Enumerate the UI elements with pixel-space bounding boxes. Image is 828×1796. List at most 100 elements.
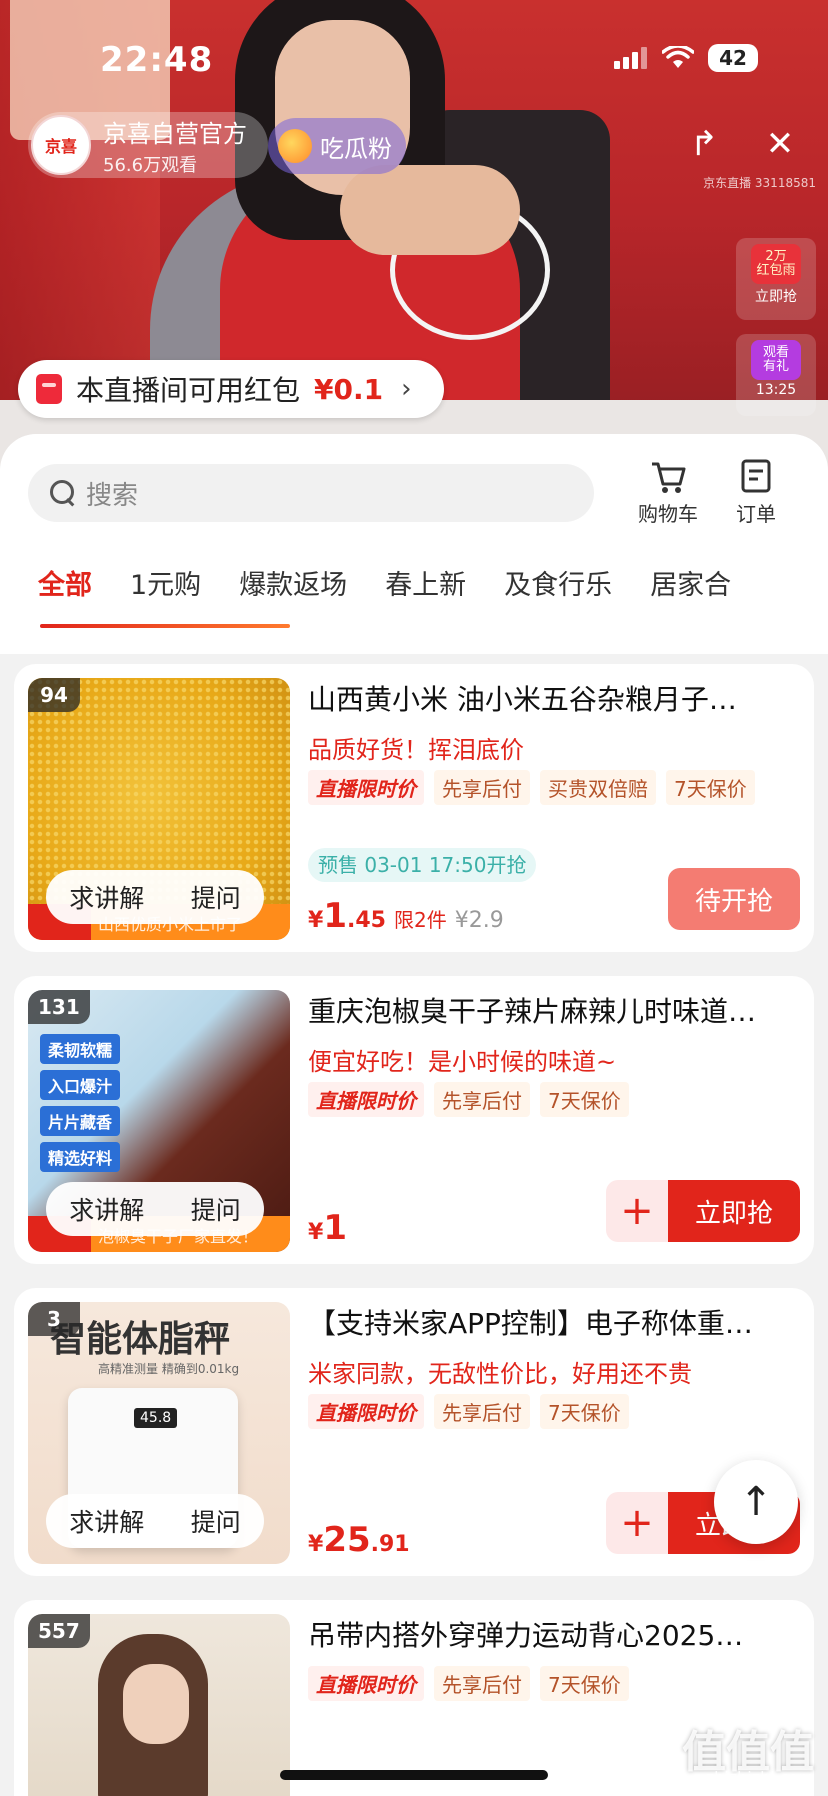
tab-all[interactable]: 全部	[38, 563, 92, 602]
image-feature-label: 精选好料	[40, 1142, 121, 1172]
price: ¥25.91	[308, 1520, 410, 1560]
share-icon[interactable]: ↱	[684, 124, 724, 164]
red-rain-icon: 2万 红包雨	[751, 244, 801, 284]
room-id: 京东直播 33118581	[703, 176, 816, 190]
redpacket-text: 本直播间可用红包	[76, 374, 301, 407]
category-tabs: 全部 1元购 爆款返场 春上新 及食行乐 居家合	[0, 552, 828, 612]
order-button[interactable]: 订单	[716, 456, 796, 527]
price: ¥1.45	[308, 896, 386, 936]
streamer-profile[interactable]: 京喜 京喜自营官方 56.6万观看	[28, 112, 268, 178]
scale-readout: 45.8	[134, 1408, 178, 1428]
ask-question-button[interactable]: 提问	[191, 1503, 241, 1539]
status-icons: 42	[614, 44, 758, 72]
status-bar: 22:48 42	[0, 0, 828, 110]
close-icon[interactable]: ✕	[760, 124, 800, 164]
product-card[interactable]: 94 山西优质小米上市了 求讲解 提问 山西黄小米 油小米五谷杂粮月子… 品质好…	[14, 664, 814, 952]
product-image[interactable]: 557	[28, 1614, 290, 1796]
sheet-header: 搜索 购物车 订单 全部 1元购 爆款返场 春上新 及食行乐 居家合	[0, 434, 828, 654]
tag-live-price: 直播限时价	[308, 1666, 424, 1701]
tag-live-price: 直播限时价	[308, 770, 424, 805]
product-slogan: 品质好货！挥泪底价	[308, 736, 524, 764]
product-title: 吊带内搭外穿弹力运动背心2025…	[308, 1619, 744, 1652]
image-feature-label: 入口爆汁	[40, 1070, 121, 1100]
product-card[interactable]: 智能体脂秤 高精准测量 精确到0.01kg 45.8 3 求讲解 提问 【支持米…	[14, 1288, 814, 1576]
tag-price-protect: 7天保价	[666, 770, 755, 805]
watch-gift-timer: 13:25	[755, 382, 797, 398]
tab-bestseller-return[interactable]: 爆款返场	[239, 563, 347, 602]
tag-pay-later: 先享后付	[434, 1394, 530, 1429]
request-explain-button[interactable]: 求讲解	[69, 1503, 144, 1539]
streamer-views: 56.6万观看	[103, 154, 198, 176]
price-row: ¥1	[308, 1208, 347, 1248]
tab-home[interactable]: 居家合	[650, 563, 731, 602]
tag-price-protect: 7天保价	[540, 1082, 629, 1117]
presale-badge: 预售 03-01 17:50开抢	[308, 848, 537, 882]
streamer-avatar[interactable]: 京喜	[31, 115, 91, 175]
cellular-signal-icon	[614, 47, 647, 69]
fan-club-icon	[278, 129, 312, 163]
back-to-top-button[interactable]: ↑	[714, 1460, 798, 1544]
original-price: ¥2.9	[454, 908, 504, 933]
battery-level: 42	[708, 44, 758, 72]
ask-question-button[interactable]: 提问	[191, 879, 241, 915]
price-row: ¥1.45 限2件 ¥2.9	[308, 896, 504, 936]
tag-pay-later: 先享后付	[434, 1666, 530, 1701]
request-explain-button[interactable]: 求讲解	[69, 1191, 144, 1227]
product-image[interactable]: 131 柔韧软糯 入口爆汁 片片藏香 精选好料 泡椒臭干子厂家直发！ 求讲解 提…	[28, 990, 290, 1252]
tag-pay-later: 先享后付	[434, 1082, 530, 1117]
tag-row: 直播限时价 先享后付 买贵双倍赔 7天保价	[308, 770, 755, 805]
product-image[interactable]: 94 山西优质小米上市了 求讲解 提问	[28, 678, 290, 940]
wifi-icon	[662, 46, 694, 68]
tag-pay-later: 先享后付	[434, 770, 530, 805]
previous-card-edge	[14, 624, 814, 654]
tab-spring-new[interactable]: 春上新	[385, 563, 466, 602]
cart-icon	[652, 462, 686, 493]
order-icon	[741, 459, 771, 493]
fan-club-button[interactable]: 吃瓜粉	[268, 118, 406, 174]
watch-gift-widget[interactable]: 观看 有礼 13:25	[736, 334, 816, 416]
arrow-up-icon: ↑	[739, 1479, 773, 1525]
add-to-cart-button[interactable]: +	[606, 1492, 668, 1554]
ask-question-button[interactable]: 提问	[191, 1191, 241, 1227]
price-row: ¥25.91	[308, 1520, 410, 1560]
product-title: 【支持米家APP控制】电子称体重…	[308, 1307, 753, 1340]
price: ¥1	[308, 1208, 347, 1248]
tag-price-protect: 7天保价	[540, 1394, 629, 1429]
chevron-right-icon: ›	[401, 374, 412, 404]
redpacket-banner[interactable]: 本直播间可用红包 ¥0.1 ›	[18, 360, 444, 418]
image-feature-label: 片片藏香	[40, 1106, 121, 1136]
search-icon	[48, 478, 78, 508]
add-to-cart-button[interactable]: +	[606, 1180, 668, 1242]
watermark-url: zhizhizhi.com	[705, 1768, 814, 1787]
product-card[interactable]: 131 柔韧软糯 入口爆汁 片片藏香 精选好料 泡椒臭干子厂家直发！ 求讲解 提…	[14, 976, 814, 1264]
request-explain-button[interactable]: 求讲解	[69, 879, 144, 915]
home-indicator[interactable]	[280, 1770, 548, 1780]
tag-row: 直播限时价 先享后付 7天保价	[308, 1082, 629, 1117]
buy-now-button[interactable]: 立即抢	[668, 1180, 800, 1242]
product-image[interactable]: 智能体脂秤 高精准测量 精确到0.01kg 45.8 3 求讲解 提问	[28, 1302, 290, 1564]
tag-row: 直播限时价 先享后付 7天保价	[308, 1394, 629, 1429]
tab-one-yuan[interactable]: 1元购	[130, 563, 201, 602]
product-sheet: 搜索 购物车 订单 全部 1元购 爆款返场 春上新 及食行乐 居家合 94 山西…	[0, 434, 828, 1796]
cart-button[interactable]: 购物车	[628, 456, 708, 527]
status-time: 22:48	[100, 40, 214, 80]
image-feature-label: 柔韧软糯	[40, 1034, 121, 1064]
redpacket-amount: ¥0.1	[314, 372, 384, 406]
image-subtitle: 高精准测量 精确到0.01kg	[98, 1362, 240, 1376]
tag-live-price: 直播限时价	[308, 1394, 424, 1429]
fan-club-label: 吃瓜粉	[320, 134, 392, 163]
red-rain-label: 立即抢	[755, 289, 797, 305]
search-placeholder: 搜索	[86, 480, 139, 511]
tag-row: 直播限时价 先享后付 7天保价	[308, 1666, 629, 1701]
rank-badge: 3	[28, 1302, 80, 1336]
wait-to-buy-button[interactable]: 待开抢	[668, 868, 800, 930]
image-feature-labels: 柔韧软糯 入口爆汁 片片藏香 精选好料	[40, 1034, 121, 1172]
tag-live-price: 直播限时价	[308, 1082, 424, 1117]
tab-food[interactable]: 及食行乐	[504, 563, 612, 602]
redpacket-icon	[36, 374, 62, 404]
explain-ask-pill: 求讲解 提问	[46, 870, 264, 924]
red-rain-widget[interactable]: 2万 红包雨 立即抢	[736, 238, 816, 320]
host-hands	[340, 165, 520, 255]
explain-ask-pill: 求讲解 提问	[46, 1182, 264, 1236]
search-input[interactable]: 搜索	[28, 464, 594, 522]
